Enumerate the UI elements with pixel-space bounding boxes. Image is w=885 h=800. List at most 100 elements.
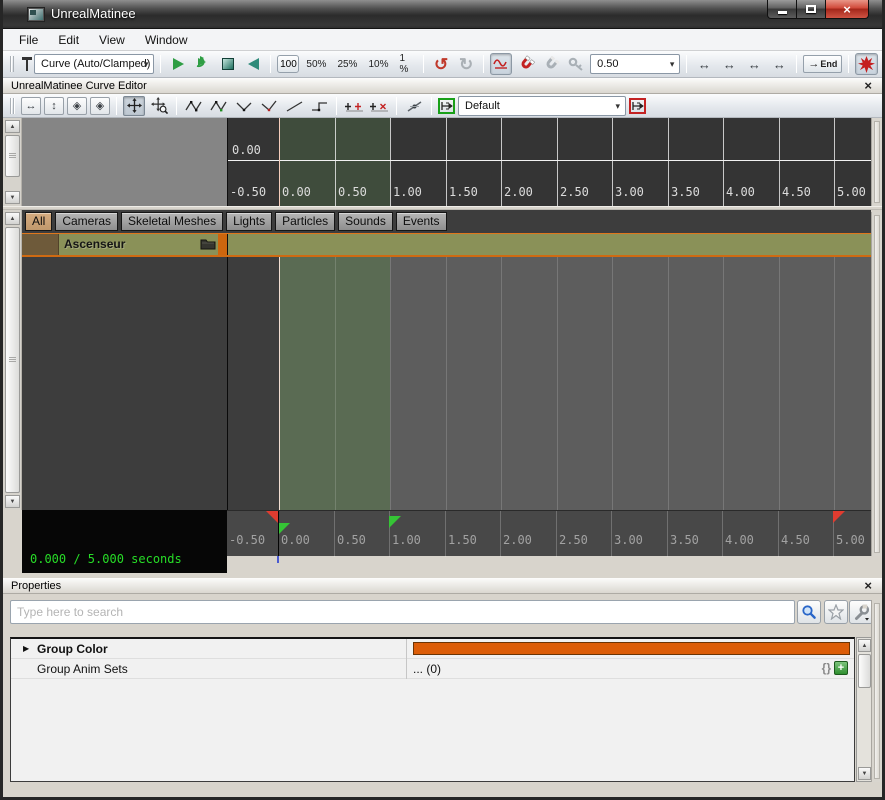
fit-horizontal-button[interactable]: ↔ bbox=[21, 97, 41, 115]
snap-time-button[interactable] bbox=[540, 53, 562, 75]
tab-all[interactable]: All bbox=[25, 212, 52, 231]
tab-skeletal-meshes[interactable]: Skeletal Meshes bbox=[121, 212, 223, 231]
curve-track-list[interactable] bbox=[22, 118, 227, 206]
snap-toggle-button[interactable] bbox=[515, 53, 537, 75]
straighten-tangents-button[interactable] bbox=[368, 95, 390, 117]
curve-user-button[interactable] bbox=[233, 95, 255, 117]
magnet-icon bbox=[515, 53, 538, 76]
play-button[interactable] bbox=[167, 53, 189, 75]
curve-constant-button[interactable] bbox=[308, 95, 330, 117]
group-color-swatch[interactable] bbox=[413, 642, 850, 655]
fixed-time-button[interactable] bbox=[565, 53, 587, 75]
fit-loop-sequence-button[interactable]: ↔ bbox=[693, 53, 715, 75]
zoom-1-button[interactable]: 1 % bbox=[395, 53, 417, 75]
tab-sounds[interactable]: Sounds bbox=[338, 212, 393, 231]
minimize-button[interactable] bbox=[767, 0, 797, 19]
empty-set-icon[interactable]: {} bbox=[822, 661, 831, 675]
options-button[interactable] bbox=[849, 600, 873, 624]
tab-events[interactable]: Events bbox=[396, 212, 447, 231]
fit-all-button[interactable]: ◈ bbox=[90, 97, 110, 115]
folder-icon[interactable] bbox=[200, 238, 216, 250]
toggle-curve-editor-button[interactable] bbox=[490, 53, 512, 75]
loop-end-marker[interactable] bbox=[389, 516, 401, 528]
scrollbar-thumb[interactable] bbox=[5, 227, 20, 493]
menu-edit[interactable]: Edit bbox=[48, 31, 89, 49]
scrollbar-thumb[interactable] bbox=[5, 135, 20, 177]
fit-vertical-button[interactable]: ↕ bbox=[44, 97, 64, 115]
stop-button[interactable] bbox=[217, 53, 239, 75]
properties-close-icon[interactable]: × bbox=[864, 578, 872, 593]
play-reverse-button[interactable] bbox=[242, 53, 264, 75]
tab-cameras[interactable]: Cameras bbox=[55, 212, 118, 231]
curve-graph[interactable]: 0.00 -0.50 0.00 0.50 1.00 1.50 2.00 2.50… bbox=[227, 118, 871, 206]
curve-editor-header[interactable]: UnrealMatinee Curve Editor × bbox=[3, 78, 882, 94]
group-row-ascenseur[interactable]: Ascenseur bbox=[22, 233, 871, 257]
add-item-button[interactable]: + bbox=[834, 661, 848, 675]
menu-window[interactable]: Window bbox=[135, 31, 198, 49]
redo-button[interactable]: ↻ bbox=[455, 53, 477, 75]
curve-break-button[interactable] bbox=[258, 95, 280, 117]
pin-icon[interactable] bbox=[20, 55, 31, 73]
timeline-cursor[interactable] bbox=[279, 257, 280, 510]
scroll-up-button[interactable]: ▲ bbox=[5, 120, 20, 133]
zoom-25-button[interactable]: 25% bbox=[333, 59, 361, 70]
zoom-10-button[interactable]: 10% bbox=[364, 59, 392, 70]
snap-size-combo[interactable]: 0.50 ▾ bbox=[590, 54, 680, 74]
expander-icon[interactable]: ▶ bbox=[23, 644, 29, 653]
curve-right-scrollbar[interactable] bbox=[871, 118, 882, 206]
loop-start-marker[interactable] bbox=[278, 523, 290, 535]
zoom-50-button[interactable]: 50% bbox=[302, 59, 330, 70]
fit-selected-keys-button[interactable]: ↔ bbox=[743, 53, 765, 75]
curve-linear-button[interactable] bbox=[283, 95, 305, 117]
maximize-button[interactable] bbox=[797, 0, 825, 19]
favorites-button[interactable] bbox=[824, 600, 848, 624]
fit-selected-button[interactable]: ◈ bbox=[67, 97, 87, 115]
search-button[interactable] bbox=[797, 600, 821, 624]
scrollbar-thumb[interactable] bbox=[858, 654, 871, 688]
sequence-start-marker[interactable] bbox=[266, 511, 278, 523]
property-row-group-color[interactable]: ▶ Group Color bbox=[11, 639, 854, 659]
zoom-100-button[interactable]: 100 bbox=[277, 55, 299, 73]
flatten-tangents-button[interactable] bbox=[343, 95, 365, 117]
property-row-group-anim-sets[interactable]: Group Anim Sets ... (0) {} + bbox=[11, 659, 854, 679]
close-button[interactable]: × bbox=[825, 0, 869, 19]
properties-header[interactable]: Properties × bbox=[3, 578, 882, 594]
scroll-up-button[interactable]: ▲ bbox=[858, 639, 871, 652]
track-timeline-grid[interactable] bbox=[227, 257, 871, 510]
show-tangents-button[interactable] bbox=[403, 95, 425, 117]
timeline-cursor-handle[interactable] bbox=[278, 511, 279, 557]
curve-auto-button[interactable] bbox=[183, 95, 205, 117]
track-right-scrollbar[interactable] bbox=[871, 212, 882, 556]
curve-vertical-scrollbar[interactable]: ▲ ▼ bbox=[3, 118, 22, 206]
track-vertical-scrollbar[interactable]: ▲ ▼ bbox=[3, 210, 22, 510]
scroll-up-button[interactable]: ▲ bbox=[5, 212, 20, 225]
tab-lights[interactable]: Lights bbox=[226, 212, 272, 231]
interp-mode-combo[interactable]: Curve (Auto/Clamped) ▾ bbox=[34, 54, 154, 74]
curve-editor-close-icon[interactable]: × bbox=[864, 78, 872, 93]
curve-time-cursor[interactable] bbox=[279, 118, 280, 206]
goto-end-button[interactable]: → End bbox=[803, 55, 842, 73]
fit-loop-button[interactable]: ↔ bbox=[768, 53, 790, 75]
search-input[interactable] bbox=[10, 600, 795, 624]
menu-view[interactable]: View bbox=[89, 31, 135, 49]
curve-tab-combo[interactable]: Default ▾ bbox=[458, 96, 626, 116]
undo-button[interactable]: ↺ bbox=[430, 53, 452, 75]
properties-right-scrollbar[interactable] bbox=[871, 600, 882, 782]
scroll-down-button[interactable]: ▼ bbox=[5, 191, 20, 204]
create-tab-button[interactable] bbox=[438, 98, 455, 114]
zoom-mode-button[interactable] bbox=[148, 96, 170, 116]
pan-mode-button[interactable] bbox=[123, 96, 145, 116]
timeline-ruler[interactable]: -0.50 0.00 0.50 1.00 1.50 2.00 2.50 3.00… bbox=[227, 510, 871, 556]
delete-tab-button[interactable] bbox=[629, 98, 646, 114]
fit-selected-icon: ◈ bbox=[73, 99, 81, 112]
loop-play-button[interactable] bbox=[192, 53, 214, 75]
scroll-down-button[interactable]: ▼ bbox=[5, 495, 20, 508]
sequence-end-marker[interactable] bbox=[833, 511, 845, 523]
fit-sequence-button[interactable]: ↔ bbox=[718, 53, 740, 75]
title-bar[interactable]: UnrealMatinee × bbox=[3, 0, 882, 29]
record-mode-button[interactable] bbox=[855, 53, 878, 75]
scroll-down-button[interactable]: ▼ bbox=[858, 767, 871, 780]
tab-particles[interactable]: Particles bbox=[275, 212, 335, 231]
curve-auto-clamped-button[interactable] bbox=[208, 95, 230, 117]
menu-file[interactable]: File bbox=[9, 31, 48, 49]
